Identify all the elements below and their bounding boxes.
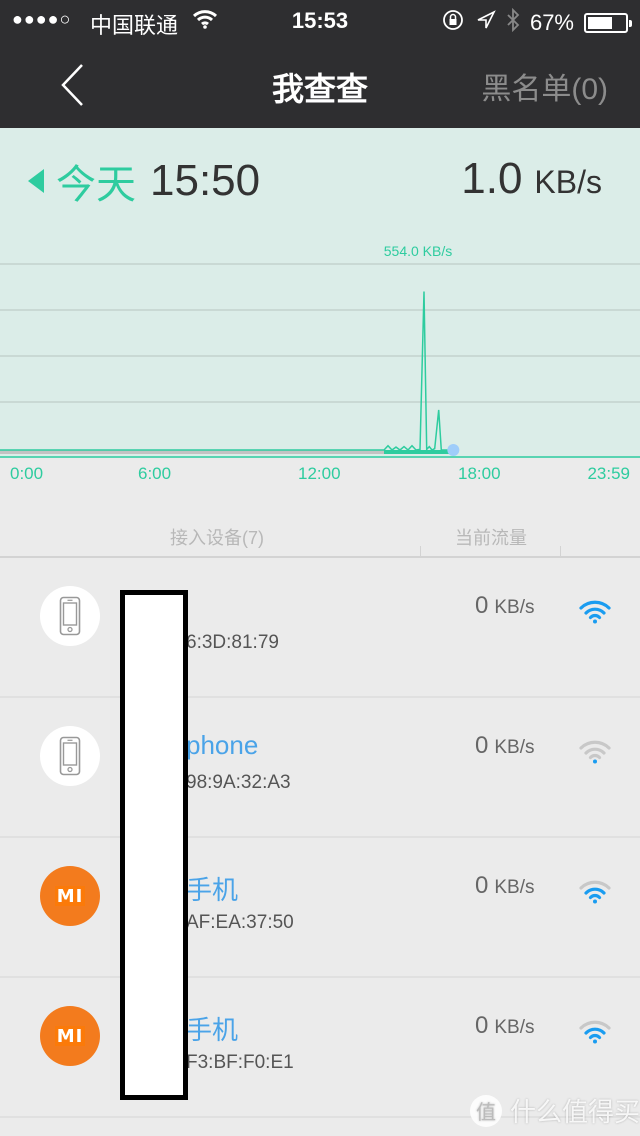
header-divider bbox=[420, 546, 421, 558]
battery-icon bbox=[584, 13, 632, 33]
nav-bar: 我查查 黑名单(0) bbox=[0, 42, 640, 128]
wifi-signal-icon bbox=[579, 880, 611, 904]
day-label: 今天 bbox=[56, 163, 136, 207]
redaction-box bbox=[120, 590, 188, 1100]
speed-unit: KB/s bbox=[494, 597, 535, 618]
mi-logo-mark: MI bbox=[55, 1025, 85, 1047]
header-devices: 接入设备(7) bbox=[170, 528, 264, 548]
x-tick-label: 0:00 bbox=[10, 464, 44, 483]
watermark: 值 什么值得买 bbox=[470, 1092, 640, 1129]
x-tick-label: 12:00 bbox=[298, 464, 341, 483]
peak-value-label: 554.0 KB/s bbox=[384, 243, 453, 259]
speed-unit: KB/s bbox=[494, 1017, 535, 1038]
xiaomi-logo-icon: MI bbox=[40, 1006, 100, 1066]
rate-value: 1.0 bbox=[461, 154, 523, 203]
status-right: 67% bbox=[442, 7, 632, 38]
x-tick-label: 6:00 bbox=[138, 464, 172, 483]
wifi-signal-icon bbox=[579, 740, 611, 764]
device-speed: 0 KB/s bbox=[475, 592, 534, 620]
blacklist-button[interactable]: 黑名单(0) bbox=[481, 64, 608, 108]
device-row[interactable]: 6:3D:81:79 0 KB/s bbox=[0, 558, 640, 698]
traffic-chart-panel: 554.0 KB/s 今天 15:50 1.0 KB/s bbox=[0, 128, 640, 458]
device-speed: 0 KB/s bbox=[475, 872, 534, 900]
speed-value: 0 bbox=[475, 732, 489, 759]
device-row[interactable]: MI 手机 AF:EA:37:50 0 KB/s bbox=[0, 838, 640, 978]
device-name: 手机 bbox=[186, 875, 239, 905]
xiaomi-logo-icon: MI bbox=[40, 866, 100, 926]
mi-logo-mark: MI bbox=[55, 885, 85, 907]
previous-day-icon[interactable] bbox=[28, 169, 44, 193]
device-name: 手机 bbox=[186, 1015, 239, 1045]
device-speed: 0 KB/s bbox=[475, 732, 534, 760]
day-selector[interactable]: 今天 15:50 bbox=[28, 152, 260, 210]
bluetooth-icon bbox=[506, 7, 520, 38]
status-bar: ●●●●○ 中国联通 15:53 67% bbox=[0, 0, 640, 42]
chart-x-axis: 0:00 6:00 12:00 18:00 23:59 bbox=[0, 458, 640, 488]
rotation-lock-icon bbox=[442, 9, 466, 37]
current-rate: 1.0 KB/s bbox=[461, 154, 602, 204]
current-time-marker bbox=[447, 444, 460, 456]
selected-time: 15:50 bbox=[150, 156, 261, 205]
wifi-signal-icon bbox=[579, 1020, 611, 1044]
device-mac: 6:3D:81:79 bbox=[186, 632, 279, 653]
device-list-header: 接入设备(7) 当前流量 bbox=[0, 510, 640, 558]
device-mac: AF:EA:37:50 bbox=[186, 912, 294, 933]
header-divider bbox=[560, 546, 561, 558]
x-tick-label: 18:00 bbox=[458, 464, 501, 483]
speed-unit: KB/s bbox=[494, 737, 535, 758]
traffic-series-line bbox=[0, 291, 454, 452]
watermark-text: 什么值得买 bbox=[510, 1097, 640, 1127]
speed-unit: KB/s bbox=[494, 877, 535, 898]
x-tick-label: 23:59 bbox=[587, 464, 630, 483]
phone-icon bbox=[40, 726, 100, 786]
header-traffic: 当前流量 bbox=[455, 528, 527, 548]
wifi-signal-icon bbox=[579, 600, 611, 624]
speed-value: 0 bbox=[475, 872, 489, 899]
speed-value: 0 bbox=[475, 1012, 489, 1039]
speed-value: 0 bbox=[475, 592, 489, 619]
battery-fill bbox=[588, 17, 613, 29]
device-mac: F3:BF:F0:E1 bbox=[186, 1052, 294, 1073]
phone-icon bbox=[40, 586, 100, 646]
location-arrow-icon bbox=[476, 10, 496, 36]
rate-unit: KB/s bbox=[534, 164, 602, 200]
battery-percent: 67% bbox=[529, 10, 574, 35]
device-mac: 98:9A:32:A3 bbox=[186, 772, 291, 793]
watermark-logo-icon: 值 bbox=[470, 1094, 502, 1127]
device-name: phone bbox=[186, 730, 259, 760]
device-row[interactable]: phone 98:9A:32:A3 0 KB/s bbox=[0, 698, 640, 838]
device-speed: 0 KB/s bbox=[475, 1012, 534, 1040]
top-bar: ●●●●○ 中国联通 15:53 67% 我查查 黑名单(0) bbox=[0, 0, 640, 128]
